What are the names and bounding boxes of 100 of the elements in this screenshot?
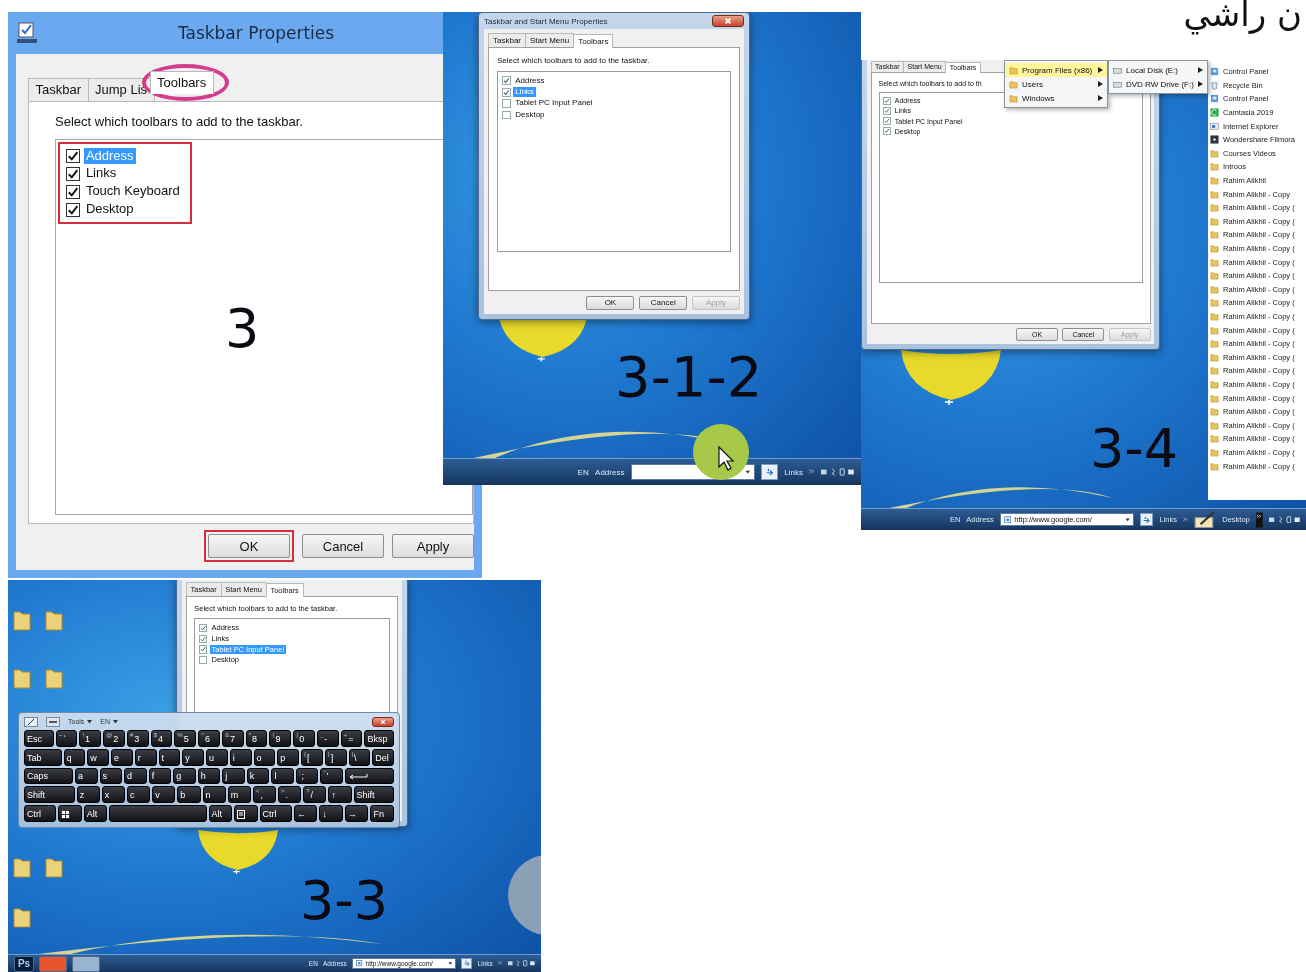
checkbox[interactable]: [502, 76, 511, 86]
folder-icon[interactable]: [44, 608, 64, 632]
checkbox-label[interactable]: Tablet PC Input Panel: [513, 98, 595, 109]
keyboard-key[interactable]: ←: [293, 805, 318, 822]
keyboard-key[interactable]: Bksp: [364, 730, 394, 747]
chevron-icon[interactable]: [809, 469, 815, 475]
keyboard-key[interactable]: h: [197, 767, 221, 785]
folder-icon[interactable]: [44, 666, 64, 690]
keyboard-key[interactable]: m: [227, 786, 251, 804]
keyboard-key[interactable]: i: [229, 748, 252, 766]
checkbox[interactable]: [502, 87, 511, 97]
recorder-app-icon[interactable]: [39, 955, 68, 972]
files-app-icon[interactable]: [72, 955, 101, 972]
keyboard-key[interactable]: n: [202, 786, 226, 804]
keyboard-key[interactable]: f: [148, 767, 172, 785]
checkbox[interactable]: [66, 184, 80, 199]
keyboard-key[interactable]: x: [101, 786, 125, 804]
checkbox[interactable]: [883, 117, 891, 125]
keyboard-key[interactable]: q: [63, 748, 86, 766]
folder-icon[interactable]: [12, 666, 32, 690]
keyboard-key[interactable]: t: [158, 748, 181, 766]
tray-icons[interactable]: [1268, 515, 1300, 524]
tab[interactable]: Taskbar: [28, 78, 89, 101]
go-button[interactable]: [461, 957, 473, 970]
checkbox-label[interactable]: Address: [513, 75, 547, 86]
close-button[interactable]: [372, 716, 394, 727]
keyboard-key[interactable]: Esc: [24, 730, 54, 747]
pen-tablet-icon[interactable]: [1194, 510, 1217, 529]
tab[interactable]: Start Menu: [525, 33, 575, 47]
folder-icon[interactable]: [12, 855, 32, 879]
keyboard-key[interactable]: s: [99, 767, 123, 785]
menu-key[interactable]: [234, 805, 258, 822]
keyboard-key[interactable]: u: [206, 748, 228, 766]
dropdown-caret-icon[interactable]: [447, 961, 453, 966]
checkbox[interactable]: [199, 645, 208, 654]
checkbox[interactable]: [883, 107, 891, 115]
keyboard-key[interactable]: v: [152, 786, 176, 804]
menu-item[interactable]: Program Files (x86): [1005, 63, 1107, 77]
dialog-button[interactable]: Cancel: [639, 295, 688, 310]
keyboard-key[interactable]: w: [87, 748, 109, 766]
keyboard-key[interactable]: Shift: [24, 786, 75, 804]
keyboard-key[interactable]: Caps: [24, 767, 73, 785]
menu-item[interactable]: Users: [1005, 77, 1107, 91]
enter-key[interactable]: [345, 767, 395, 785]
folder-icon[interactable]: [12, 608, 32, 632]
keyboard-key[interactable]: j: [222, 767, 245, 785]
pen-icon[interactable]: [24, 716, 38, 727]
tab[interactable]: Toolbars: [149, 71, 214, 94]
tray-icons[interactable]: [821, 468, 855, 476]
keyboard-key[interactable]: y: [182, 748, 204, 766]
keyboard-key[interactable]: r: [134, 748, 157, 766]
keyboard-key[interactable]: Del: [372, 748, 394, 766]
keyboard-key[interactable]: Ctrl: [24, 805, 57, 822]
checkbox[interactable]: [199, 623, 208, 632]
folder-icon[interactable]: [12, 905, 32, 929]
keyboard-key[interactable]: l: [271, 767, 294, 785]
checkbox[interactable]: [199, 634, 208, 643]
chevron-icon[interactable]: [1183, 516, 1189, 523]
dialog-button[interactable]: OK: [208, 534, 290, 558]
keyboard-key[interactable]: z: [76, 786, 100, 804]
dialog-button[interactable]: Apply: [392, 534, 474, 558]
dropdown-caret-icon[interactable]: [1124, 516, 1130, 523]
checkbox[interactable]: [883, 97, 891, 105]
chevron-icon[interactable]: [497, 961, 503, 966]
menu-item[interactable]: Windows: [1005, 91, 1107, 105]
tray-icons[interactable]: [507, 960, 535, 967]
keyboard-key[interactable]: →: [344, 805, 369, 822]
dialog-button[interactable]: Cancel: [302, 534, 384, 558]
checkbox[interactable]: [66, 202, 80, 217]
keyboard-key[interactable]: g: [173, 767, 196, 785]
keyboard-key[interactable]: Alt: [208, 805, 233, 822]
keyboard-key[interactable]: p: [277, 748, 299, 766]
checkbox-label[interactable]: Touch Keyboard: [83, 183, 182, 201]
tab[interactable]: Toolbars: [573, 34, 614, 48]
go-button[interactable]: [1139, 512, 1154, 527]
keyboard-icon[interactable]: [46, 716, 60, 727]
taskbar-app-button[interactable]: Ps: [14, 955, 34, 972]
close-button[interactable]: [712, 15, 744, 27]
keyboard-key[interactable]: a: [75, 767, 98, 785]
keyboard-key[interactable]: Tab: [24, 748, 62, 766]
checkbox-label[interactable]: Desktop: [83, 201, 136, 219]
windows-key[interactable]: [58, 805, 82, 822]
links-toolbar-label[interactable]: Links: [784, 467, 804, 477]
keyboard-key[interactable]: Alt: [83, 805, 108, 822]
keyboard-key[interactable]: o: [253, 748, 276, 766]
keyboard-key[interactable]: Fn: [370, 805, 394, 822]
checkbox-label[interactable]: Links: [83, 165, 119, 183]
menu-item[interactable]: DVD RW Drive (F:): [1109, 77, 1207, 91]
keyboard-key[interactable]: k: [246, 767, 270, 785]
checkbox-label[interactable]: Desktop: [513, 109, 547, 121]
checkbox[interactable]: [883, 127, 891, 136]
keyboard-key[interactable]: ↑: [328, 786, 352, 804]
keyboard-key[interactable]: Ctrl: [259, 805, 292, 822]
keyboard-key[interactable]: e: [111, 748, 133, 766]
language-indicator[interactable]: EN: [577, 467, 589, 477]
go-button[interactable]: [761, 463, 778, 481]
keyboard-key[interactable]: ↓: [319, 805, 343, 822]
checkbox[interactable]: [199, 656, 208, 665]
checkbox[interactable]: [502, 110, 511, 120]
keyboard-key[interactable]: Shift: [353, 786, 394, 804]
